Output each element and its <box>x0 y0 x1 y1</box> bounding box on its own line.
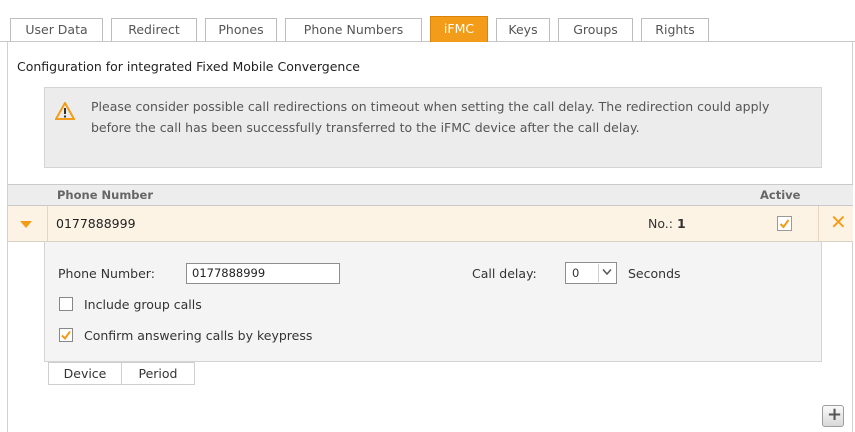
tab-ifmc[interactable]: iFMC <box>430 16 488 42</box>
tab-phones[interactable]: Phones <box>205 18 277 41</box>
phone-number-label: Phone Number: <box>58 266 155 281</box>
tab-period[interactable]: Period <box>121 362 195 385</box>
include-group-calls-label: Include group calls <box>84 297 202 312</box>
include-group-calls-checkbox[interactable] <box>59 297 73 311</box>
call-delay-select[interactable]: 0 <box>565 262 617 284</box>
tab-keys[interactable]: Keys <box>496 18 550 41</box>
column-header-phone-number[interactable]: Phone Number <box>57 188 153 202</box>
row-index-label: No.: <box>648 216 673 231</box>
tab-phone-numbers[interactable]: Phone Numbers <box>285 18 422 41</box>
warning-text: Please consider possible call redirectio… <box>91 99 770 135</box>
confirm-keypress-label: Confirm answering calls by keypress <box>84 328 313 343</box>
checkmark-icon <box>779 219 790 229</box>
delete-button[interactable]: ✕ <box>818 206 853 241</box>
column-header-active[interactable]: Active <box>760 188 800 202</box>
chevron-down-icon <box>598 264 615 282</box>
grid-header: Phone Number Active <box>8 184 853 206</box>
chevron-down-icon <box>20 221 32 228</box>
phone-number-input[interactable]: 0177888999 <box>186 263 340 284</box>
tab-groups[interactable]: Groups <box>558 18 633 41</box>
close-icon: ✕ <box>830 210 847 234</box>
call-delay-unit: Seconds <box>628 266 681 281</box>
add-button[interactable]: + <box>822 404 844 427</box>
confirm-keypress-checkbox[interactable] <box>59 328 73 342</box>
tab-bar: User Data Redirect Phones Phone Numbers … <box>0 0 855 42</box>
tab-device[interactable]: Device <box>48 362 122 385</box>
checkmark-icon <box>61 330 71 341</box>
expand-toggle[interactable] <box>8 206 48 241</box>
tab-redirect[interactable]: Redirect <box>111 18 197 41</box>
table-row[interactable]: 0177888999 No.: 1 ✕ <box>8 206 853 242</box>
active-checkbox[interactable] <box>777 216 792 231</box>
row-phone-number: 0177888999 <box>56 216 136 231</box>
plus-icon: + <box>827 404 843 425</box>
tab-rights[interactable]: Rights <box>641 18 709 41</box>
row-index: No.: 1 <box>648 216 686 231</box>
row-index-value: 1 <box>676 216 686 231</box>
tab-user-data[interactable]: User Data <box>10 18 103 41</box>
warning-triangle-icon <box>55 102 75 120</box>
warning-box: Please consider possible call redirectio… <box>44 87 822 168</box>
call-delay-label: Call delay: <box>472 266 537 281</box>
call-delay-value: 0 <box>572 266 580 280</box>
page-title: Configuration for integrated Fixed Mobil… <box>17 59 360 74</box>
